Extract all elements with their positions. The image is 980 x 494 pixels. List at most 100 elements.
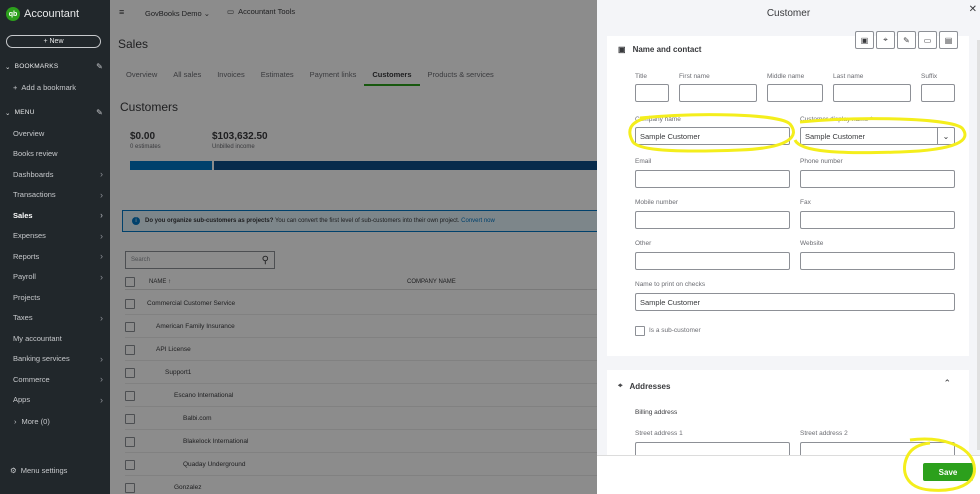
menu-section[interactable]: ⌄ MENU ✎ (0, 106, 110, 119)
chevron-right-icon: › (100, 230, 103, 241)
name-contact-card: ▣ Name and contact Title First name Midd… (607, 36, 969, 356)
nav-item-banking-services[interactable]: Banking services › (0, 350, 110, 368)
company-name-field[interactable]: Sample Customer (635, 127, 790, 145)
chevron-right-icon: › (100, 394, 103, 405)
chevron-right-icon: › (100, 271, 103, 282)
title-label: Title (635, 73, 648, 80)
nav-item-label: Books review (13, 149, 58, 158)
last-name-field[interactable] (833, 84, 911, 102)
middle-name-label: Middle name (767, 73, 805, 80)
last-name-label: Last name (833, 73, 864, 80)
nav-item-books-review[interactable]: Books review (0, 145, 110, 163)
menu-settings-label: Menu settings (20, 466, 68, 475)
edit-bookmarks-icon[interactable]: ✎ (96, 62, 103, 71)
app-name: Accountant (24, 8, 80, 20)
mobile-field[interactable] (635, 211, 790, 229)
addresses-title: Addresses (629, 381, 671, 391)
edit-note-icon[interactable]: ✎ (897, 31, 916, 49)
email-field[interactable] (635, 170, 790, 188)
addresses-card: ⌖ Addresses ⌃ Billing address Street add… (607, 370, 969, 460)
sub-customer-label: Is a sub-customer (649, 327, 701, 334)
display-name-select[interactable]: Sample Customer ⌄ (800, 127, 955, 145)
nav-item-label: Payroll (13, 272, 36, 281)
fax-label: Fax (800, 199, 811, 206)
other-label: Other (635, 240, 652, 247)
website-field[interactable] (800, 252, 955, 270)
nav-item-label: My accountant (13, 333, 62, 343)
addresses-header[interactable]: ⌖ Addresses (618, 381, 670, 391)
nav-item-taxes[interactable]: Taxes › (0, 309, 110, 327)
name-contact-header: ▣ Name and contact (618, 45, 701, 54)
chevron-right-icon: › (100, 353, 103, 364)
chevron-right-icon: › (100, 169, 103, 179)
bookmarks-section[interactable]: ⌄ BOOKMARKS ✎ (0, 60, 110, 73)
nav-item-commerce[interactable]: Commerce › (0, 370, 110, 388)
nav-item-overview[interactable]: Overview (0, 124, 110, 142)
nav-item-label: Projects (13, 292, 41, 302)
new-button[interactable]: + New (6, 35, 101, 48)
nav-item-sales[interactable]: Sales › (0, 206, 110, 224)
sub-customer-checkbox[interactable] (635, 326, 645, 336)
first-name-label: First name (679, 73, 710, 80)
menu-settings-link[interactable]: ⚙ Menu settings (10, 466, 67, 475)
middle-name-field[interactable] (767, 84, 823, 102)
nav-item-apps[interactable]: Apps › (0, 391, 110, 409)
nav-item-label: Banking services (13, 354, 70, 363)
nav-item-label: Dashboards (13, 169, 54, 179)
phone-field[interactable] (800, 170, 955, 188)
nav-item-dashboards[interactable]: Dashboards › (0, 165, 110, 183)
contact-card-icon: ▣ (618, 45, 626, 54)
nav-item-transactions[interactable]: Transactions › (0, 186, 110, 204)
save-button[interactable]: Save (923, 463, 973, 481)
nav-item-label: Commerce (13, 374, 50, 384)
document-icon[interactable]: ▤ (939, 31, 958, 49)
suffix-field[interactable] (921, 84, 955, 102)
chevron-right-icon: › (100, 312, 103, 323)
chevron-down-icon[interactable]: ⌄ (937, 128, 954, 144)
nav-item-projects[interactable]: Projects (0, 288, 110, 306)
chevron-right-icon: › (100, 189, 103, 200)
more-label: More (0) (21, 416, 50, 426)
email-label: Email (635, 158, 652, 165)
nav-item-my-accountant[interactable]: My accountant (0, 329, 110, 347)
contact-card-icon[interactable]: ▣ (855, 31, 874, 49)
display-name-value: Sample Customer (805, 131, 866, 141)
nav-item-payroll[interactable]: Payroll › (0, 268, 110, 286)
chevron-down-icon: ⌄ (5, 109, 11, 117)
panel-title: Customer (766, 8, 811, 19)
chevron-up-icon[interactable]: ⌃ (943, 378, 951, 389)
fax-field[interactable] (800, 211, 955, 229)
phone-label: Phone number (800, 158, 843, 165)
add-bookmark-label: Add a bookmark (21, 82, 77, 92)
chevron-right-icon: › (100, 210, 103, 220)
close-icon[interactable]: ✕ (969, 4, 977, 15)
add-bookmark-link[interactable]: + Add a bookmark (0, 78, 110, 96)
name-contact-title: Name and contact (632, 45, 702, 54)
quickbooks-logo-icon: qb (6, 7, 20, 21)
location-pin-icon: ⌖ (618, 381, 623, 390)
app-logo[interactable]: qb Accountant (6, 7, 79, 21)
bookmarks-label: BOOKMARKS (14, 63, 59, 70)
nav-item-more[interactable]: › More (0) (0, 412, 110, 430)
company-name-label: Company name (635, 116, 681, 123)
other-field[interactable] (635, 252, 790, 270)
nav-item-label: Transactions (13, 190, 56, 199)
chevron-right-icon: › (14, 416, 17, 426)
display-name-label: Customer display name * (800, 116, 873, 123)
mobile-label: Mobile number (635, 199, 678, 206)
nav-item-expenses[interactable]: Expenses › (0, 227, 110, 245)
chevron-right-icon: › (100, 374, 103, 384)
customer-panel: Customer ✕ ▣ Name and contact Title Firs… (597, 0, 980, 494)
payment-card-icon[interactable]: ▭ (918, 31, 937, 49)
first-name-field[interactable] (679, 84, 757, 102)
nav-item-label: Taxes (13, 313, 33, 322)
title-field[interactable] (635, 84, 669, 102)
nav-item-reports[interactable]: Reports › (0, 247, 110, 265)
print-checks-field[interactable]: Sample Customer (635, 293, 955, 311)
nav-item-label: Apps (13, 395, 31, 404)
edit-menu-icon[interactable]: ✎ (96, 108, 103, 117)
nav-item-label: Overview (13, 128, 45, 138)
menu-label: MENU (14, 109, 35, 116)
location-pin-icon[interactable]: ⌖ (876, 31, 895, 49)
modal-overlay[interactable] (110, 0, 598, 494)
